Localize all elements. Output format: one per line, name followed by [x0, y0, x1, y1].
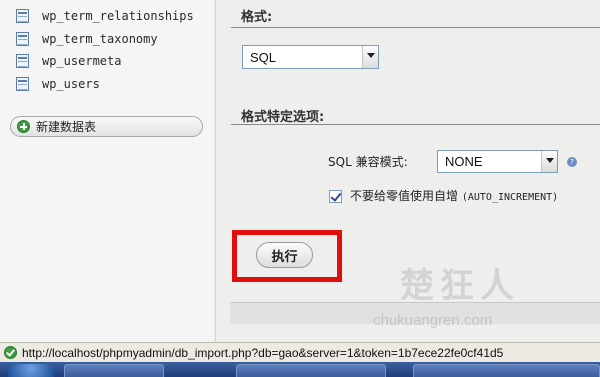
no-auto-increment-checkbox[interactable] — [329, 190, 342, 203]
format-select[interactable]: SQL — [242, 45, 379, 69]
table-icon — [16, 32, 29, 46]
start-button-icon[interactable] — [8, 364, 54, 377]
table-icon — [16, 9, 29, 23]
format-heading: 格式: — [241, 10, 273, 25]
taskbar-button[interactable] — [64, 364, 164, 377]
table-name: wp_term_taxonomy — [42, 32, 158, 46]
taskbar-button[interactable] — [236, 364, 386, 377]
format-divider — [231, 27, 600, 28]
taskbar-button[interactable] — [413, 364, 600, 377]
no-auto-increment-label-text: 不要给零值使用自增 — [350, 189, 459, 203]
add-icon — [17, 120, 30, 133]
table-item-wp-term-relationships[interactable]: wp_term_relationships — [16, 7, 194, 25]
format-options-divider — [231, 124, 600, 125]
sql-compat-select-value: NONE — [445, 154, 483, 169]
sql-compat-label: SQL 兼容模式: — [328, 155, 408, 169]
table-icon — [16, 77, 29, 91]
table-name: wp_users — [42, 77, 100, 91]
format-options-heading: 格式特定选项: — [241, 110, 325, 125]
no-auto-increment-label: 不要给零值使用自增 (AUTO_INCREMENT) — [350, 187, 558, 204]
new-table-label: 新建数据表 — [36, 120, 97, 134]
table-name: wp_term_relationships — [42, 9, 194, 23]
table-item-wp-term-taxonomy[interactable]: wp_term_taxonomy — [16, 30, 158, 48]
format-select-value: SQL — [250, 49, 277, 65]
check-circle-icon — [4, 346, 17, 359]
execute-button[interactable]: 执行 — [256, 242, 313, 268]
browser-status-bar: http://localhost/phpmyadmin/db_import.ph… — [0, 342, 600, 362]
chevron-down-icon[interactable] — [541, 151, 557, 172]
help-icon[interactable]: ? — [567, 157, 577, 167]
watermark-chinese: 楚狂人 — [400, 266, 520, 306]
table-icon — [16, 54, 29, 68]
table-item-wp-users[interactable]: wp_users — [16, 75, 100, 93]
table-item-wp-usermeta[interactable]: wp_usermeta — [16, 52, 121, 70]
chevron-down-icon[interactable] — [362, 46, 378, 68]
watermark-url: chukuangren.com — [373, 312, 493, 329]
table-list-sidebar: wp_term_relationships wp_term_taxonomy w… — [0, 0, 214, 342]
sql-compat-select[interactable]: NONE — [437, 150, 558, 173]
table-name: wp_usermeta — [42, 54, 122, 68]
status-url: http://localhost/phpmyadmin/db_import.ph… — [22, 345, 504, 360]
auto-increment-code: (AUTO_INCREMENT) — [461, 192, 559, 203]
new-table-button[interactable]: 新建数据表 — [10, 116, 203, 137]
